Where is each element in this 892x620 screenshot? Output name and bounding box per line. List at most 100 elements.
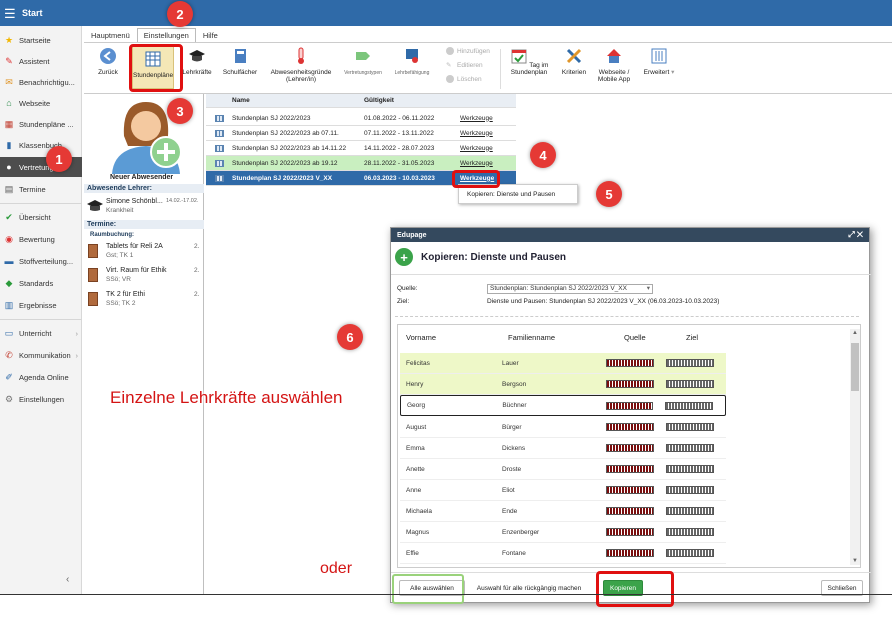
vertretungstypen-button[interactable]: Vertretungstypen [340, 47, 386, 77]
loeschen-button[interactable]: Löschen [446, 75, 482, 83]
envelope-icon: ✉ [5, 77, 13, 87]
dialog-heading: + Kopieren: Dienste und Pausen [395, 248, 566, 266]
sidebar-item-label: Einstellungen [19, 394, 65, 404]
ribbon-tabs: Hauptmenü Einstellungen Hilfe [84, 28, 225, 42]
column-quelle: Quelle [624, 333, 646, 342]
kopieren-dialog: Edupage ⤢ ✕ + Kopieren: Dienste und Paus… [390, 227, 871, 603]
timetable-row-icon [214, 114, 224, 122]
column-header-name[interactable]: Name [232, 97, 364, 104]
table-row[interactable]: Stundenplan SJ 2022/2023 ab 14.11.22 14.… [206, 141, 516, 156]
teacher-row[interactable]: Magnus Enzenberger [400, 522, 726, 543]
booking-title[interactable]: Tablets für Reli 2A [106, 243, 163, 250]
hinzufuegen-button[interactable]: Hinzufügen [446, 47, 490, 55]
sidebar-item-stoffverteilung[interactable]: ▬ Stoffverteilung... [0, 251, 82, 271]
table-row[interactable]: Stundenplan SJ 2022/2023 ab 19.12 28.11.… [206, 156, 516, 171]
hamburger-menu-icon[interactable]: ☰ [4, 7, 18, 20]
sidebar-item-webseite[interactable]: ⌂ Webseite [0, 93, 82, 113]
book-icon [235, 49, 246, 63]
sidebar-item-termine[interactable]: ▤ Termine [0, 179, 82, 199]
lehrbefaehigung-button[interactable]: Lehrbefähigung [390, 47, 434, 77]
sidebar: ★ Startseite ✎ Assistent ✉ Benachrichtigu..… [0, 26, 82, 594]
tag-im-stundenplan-button[interactable]: Tag im Stundenplan [506, 47, 552, 76]
teacher-row[interactable]: Anette Droste [400, 459, 726, 480]
quelle-select[interactable]: Stundenplan: Stundenplan SJ 2022/2023 V_… [487, 284, 653, 294]
lehrkraefte-button[interactable]: Lehrkräfte [180, 47, 214, 76]
teacher-familienname: Droste [502, 465, 522, 473]
source-schedule-pattern [606, 528, 654, 536]
booking-num: 2. [194, 267, 200, 274]
sidebar-item-label: Benachrichtigu... [19, 77, 75, 87]
timetable-row-icon [214, 129, 224, 137]
scroll-up-icon[interactable]: ▲ [852, 330, 858, 336]
abwesenheitsgruende-button[interactable]: Abwesenheitsgründe (Lehrer/in) [266, 47, 336, 83]
home-icon: ⌂ [6, 98, 12, 108]
neuer-abwesender-label[interactable]: Neuer Abwesender [110, 174, 173, 181]
sidebar-item-standards[interactable]: ◆ Standards [0, 273, 82, 293]
booking-title[interactable]: Virt. Raum für Ethik [106, 267, 167, 274]
sidebar-item-label: Kommunikation [19, 350, 71, 360]
tab-einstellungen[interactable]: Einstellungen [136, 28, 196, 42]
werkzeuge-link[interactable]: Werkzeuge [460, 160, 516, 167]
plus-icon [446, 47, 454, 55]
sidebar-item-unterricht[interactable]: ▭ Unterricht › [0, 323, 82, 343]
werkzeuge-link[interactable]: Werkzeuge [460, 145, 516, 152]
sidebar-item-startseite[interactable]: ★ Startseite [0, 30, 82, 50]
column-vorname: Vorname [406, 333, 437, 342]
teacher-row[interactable]: Anne Eliot [400, 480, 726, 501]
teacher-vorname: Anne [406, 486, 422, 494]
tab-hauptmenue[interactable]: Hauptmenü [84, 28, 137, 42]
collapse-sidebar-icon[interactable]: ‹ [66, 574, 69, 585]
sidebar-item-uebersicht[interactable]: ✔ Übersicht [0, 207, 82, 227]
zurueck-button[interactable]: Zurück [92, 47, 124, 76]
dialog-divider [391, 274, 871, 275]
hinzufuegen-label: Hinzufügen [457, 47, 490, 55]
sidebar-item-benachrichtigungen[interactable]: ✉ Benachrichtigu... [0, 72, 82, 92]
teacher-row[interactable]: Henry Bergson [400, 374, 726, 395]
booking-title[interactable]: TK 2 für Ethi [106, 291, 145, 298]
target-schedule-pattern [666, 380, 714, 388]
editieren-label: Editieren [457, 61, 483, 69]
column-header-gueltigkeit[interactable]: Gültigkeit [364, 97, 460, 104]
teacher-row[interactable]: Emma Dickens [400, 438, 726, 459]
calendar-check-icon [511, 49, 527, 64]
maximize-close-icon[interactable]: ⤢ ✕ [848, 230, 863, 240]
sidebar-item-ergebnisse[interactable]: ▥ Ergebnisse [0, 295, 82, 315]
termine-header: Termine: [84, 220, 204, 229]
sidebar-item-kommunikation[interactable]: ✆ Kommunikation › [0, 345, 82, 365]
absent-teacher-name[interactable]: Simone Schönbl... [106, 198, 163, 205]
scrollbar-thumb[interactable] [851, 343, 859, 391]
teacher-row[interactable]: August Bürger [400, 417, 726, 438]
app-title: Start [22, 8, 43, 18]
row-name: Stundenplan SJ 2022/2023 ab 14.11.22 [232, 144, 347, 152]
source-schedule-pattern [606, 507, 654, 515]
table-row[interactable]: Stundenplan SJ 2022/2023 01.08.2022 - 06… [206, 111, 516, 126]
teacher-row-focused[interactable]: Georg Büchner [400, 395, 726, 416]
teacher-row[interactable]: Felicitas Lauer [400, 353, 726, 374]
tab-hilfe[interactable]: Hilfe [196, 28, 225, 42]
teacher-familienname: Eliot [502, 486, 515, 494]
sidebar-item-label: Termine [19, 184, 46, 194]
erweitert-button[interactable]: Erweitert ▾ [638, 47, 680, 76]
shield-icon: ◆ [5, 278, 13, 288]
sidebar-item-assistent[interactable]: ✎ Assistent [0, 51, 82, 71]
teacher-row[interactable]: Michaela Ende [400, 501, 726, 522]
teacher-row[interactable]: Effie Fontane [400, 543, 726, 564]
sidebar-item-einstellungen[interactable]: ⚙ Einstellungen [0, 389, 82, 409]
wand-icon: ✎ [5, 56, 13, 66]
sidebar-item-agenda-online[interactable]: ✐ Agenda Online [0, 367, 82, 387]
schulfaecher-button[interactable]: Schulfächer [220, 47, 260, 76]
kriterien-button[interactable]: Kriterien [556, 47, 592, 76]
table-row[interactable]: Stundenplan SJ 2022/2023 ab 07.11. 07.11… [206, 126, 516, 141]
teacher-familienname: Enzenberger [502, 528, 540, 536]
booking-num: 2. [194, 243, 200, 250]
sidebar-item-bewertung[interactable]: ◉ Bewertung [0, 229, 82, 249]
star-icon: ★ [4, 35, 14, 45]
webseite-app-button[interactable]: Webseite / Mobile App [594, 47, 634, 83]
scroll-down-icon[interactable]: ▼ [852, 558, 858, 564]
sidebar-item-stundenplaene[interactable]: ▦ Stundenpläne ... [0, 114, 82, 134]
werkzeuge-link[interactable]: Werkzeuge [460, 130, 516, 137]
window-bottom-edge [0, 594, 892, 595]
editieren-button[interactable]: ✎ Editieren [446, 61, 483, 70]
werkzeuge-link[interactable]: Werkzeuge [460, 115, 516, 122]
list-scrollbar[interactable]: ▲ ▼ [850, 329, 860, 565]
